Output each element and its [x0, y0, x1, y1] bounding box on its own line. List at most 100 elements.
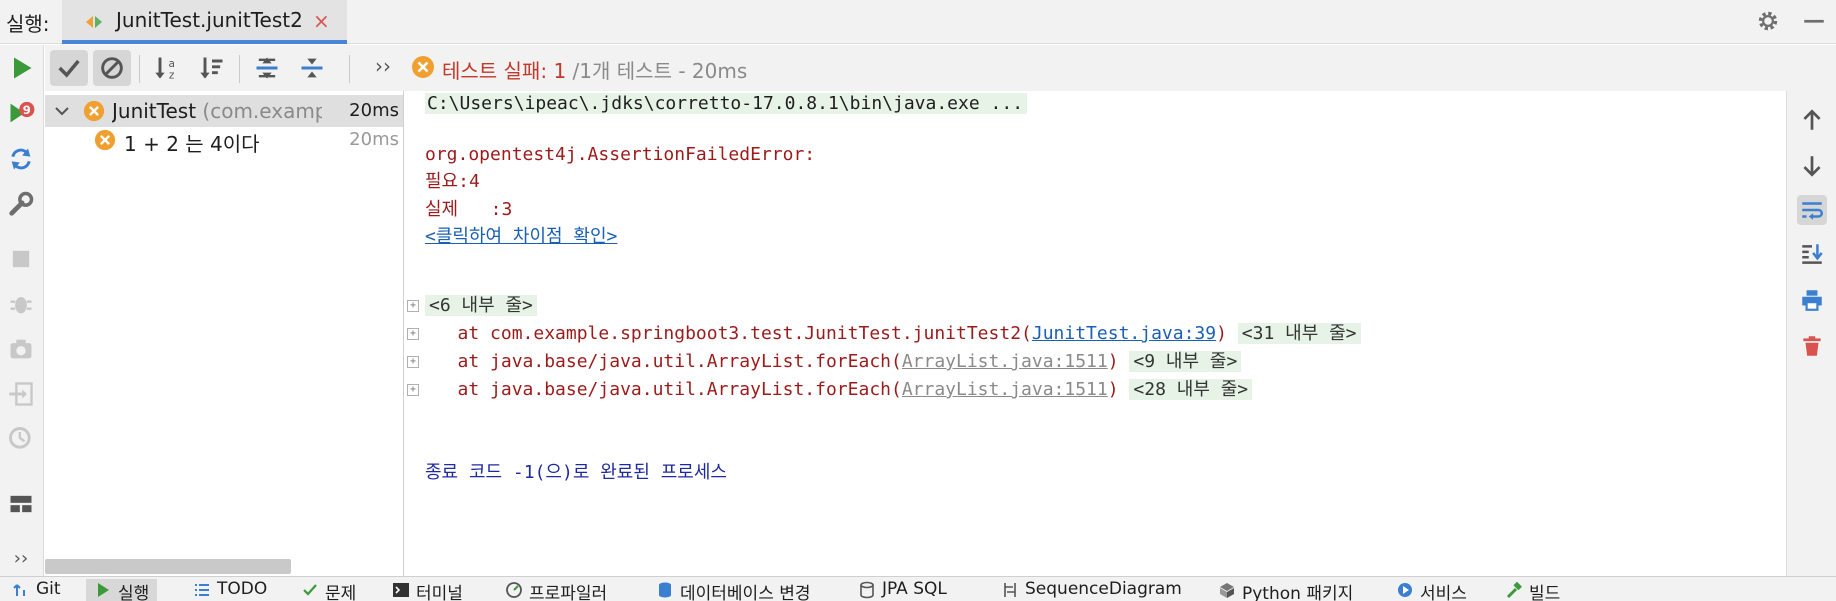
tool-window-label: JPA SQL [882, 579, 947, 599]
source-link[interactable]: JunitTest.java:39 [1032, 323, 1216, 344]
jpa-icon [860, 581, 874, 599]
gear-icon[interactable] [1755, 8, 1781, 34]
test-tree-toolbar: az ›› 테스트 실패: 1 /1개 테스트 - 20ms [45, 45, 1836, 91]
folded-internal-lines[interactable]: <6 내부 줄> [425, 295, 537, 316]
stack-frame-text: at java.base/java.util.ArrayList.forEach… [425, 351, 902, 372]
test-status-summary: 테스트 실패: 1 /1개 테스트 - 20ms [442, 55, 747, 84]
tool-window-jpa-sql[interactable]: JPA SQL [850, 579, 955, 601]
tool-window-run[interactable]: 실행 [86, 579, 158, 601]
stack-frame-suffix: ) [1216, 323, 1227, 344]
tool-window-bar: Git 실행 TODO 문제 터미널 프로파일러 데이터베이스 변경 JPA S… [0, 576, 1836, 601]
run-icon [98, 583, 109, 597]
arrow-down-icon[interactable] [1797, 151, 1827, 181]
debug-icon[interactable] [6, 289, 36, 319]
tree-node-package: (com.example.s [202, 99, 322, 123]
expand-all-button[interactable] [248, 50, 286, 86]
tab-title: JunitTest.junitTest2 [116, 8, 303, 32]
junit-config-icon [86, 16, 102, 28]
source-link[interactable]: ArrayList.java:1511 [902, 379, 1108, 400]
expand-fold-icon[interactable]: + [407, 300, 419, 312]
svg-text:9: 9 [23, 103, 31, 117]
tool-window-label: 프로파일러 [529, 584, 608, 601]
console-error-class: org.opentest4j.AssertionFailedError: [425, 144, 816, 165]
toggle-auto-test-icon[interactable] [6, 144, 36, 174]
tool-window-terminal[interactable]: 터미널 [384, 579, 471, 601]
problems-icon [303, 584, 317, 596]
sort-alpha-icon: az [155, 57, 175, 82]
tree-node-test-name: 1 + 2 는 4이다 [124, 132, 260, 156]
tool-window-todo[interactable]: TODO [185, 579, 275, 601]
tool-window-database-changes[interactable]: 데이터베이스 변경 [648, 579, 819, 601]
tree-node-test-case[interactable]: 1 + 2 는 4이다 20ms [45, 124, 403, 156]
test-results-tree: JunitTest (com.example.s 20ms 1 + 2 는 4이… [45, 91, 404, 576]
expand-fold-icon[interactable]: + [407, 328, 419, 340]
todo-icon [195, 584, 209, 596]
test-status-count-duration: /1개 테스트 - 20ms [566, 59, 748, 83]
tool-window-label: Python 패키지 [1242, 584, 1354, 601]
test-status-failed: 테스트 실패: 1 [442, 59, 567, 83]
svg-text:z: z [169, 70, 175, 82]
run-label: 실행: [6, 12, 50, 36]
print-icon[interactable] [1797, 285, 1827, 315]
tool-window-sequence-diagram[interactable]: SequenceDiagram [993, 579, 1190, 601]
chevron-down-icon[interactable] [53, 100, 71, 122]
show-diff-link[interactable]: <클릭하여 차이점 확인> [425, 226, 617, 247]
tool-window-label: 서비스 [1420, 584, 1467, 601]
test-failed-icon [83, 100, 105, 122]
tool-window-git[interactable]: Git [4, 579, 69, 601]
tree-node-junittest[interactable]: JunitTest (com.example.s 20ms [45, 95, 403, 127]
import-tests-icon[interactable] [6, 379, 36, 409]
tool-window-profiler[interactable]: 프로파일러 [497, 579, 615, 601]
tab-junittest-junittest2[interactable]: JunitTest.junitTest2 × [62, 0, 347, 44]
folded-internal-lines[interactable]: <9 내부 줄> [1129, 351, 1242, 372]
stack-frame-text: at com.example.springboot3.test.JunitTes… [425, 323, 1032, 344]
stack-frame-suffix: ) [1107, 379, 1119, 400]
show-ignored-toggle[interactable] [93, 50, 131, 86]
tree-node-label: JunitTest (com.example.s [112, 99, 322, 123]
trash-icon[interactable] [1797, 331, 1827, 361]
more-toolbar-actions[interactable]: ›› [375, 54, 391, 78]
soft-wrap-icon[interactable] [1797, 195, 1827, 225]
expand-fold-icon[interactable]: + [407, 356, 419, 368]
tool-window-problems[interactable]: 문제 [293, 579, 364, 601]
minimize-icon[interactable] [1801, 8, 1827, 34]
python-packages-icon [1220, 583, 1234, 598]
console-output[interactable]: C:\Users\ipeac\.jdks\corretto-17.0.8.1\b… [405, 91, 1785, 576]
tool-window-label: 데이터베이스 변경 [680, 584, 811, 601]
show-passed-toggle[interactable] [50, 50, 88, 86]
console-right-toolbar [1786, 91, 1836, 576]
sort-alphabetically-button[interactable]: az [148, 50, 186, 86]
stack-frame: at java.base/java.util.ArrayList.forEach… [425, 377, 1253, 403]
tool-window-python-packages[interactable]: Python 패키지 [1210, 579, 1361, 601]
collapse-all-button[interactable] [293, 50, 331, 86]
svg-text:a: a [168, 58, 174, 70]
arrow-up-icon[interactable] [1797, 105, 1827, 135]
tool-window-build[interactable]: 빌드 [1497, 579, 1568, 601]
rerun-icon[interactable] [6, 53, 36, 83]
stack-frame: at java.base/java.util.ArrayList.forEach… [425, 349, 1242, 375]
sort-duration-icon [200, 57, 223, 79]
close-icon[interactable]: × [313, 11, 330, 31]
stop-icon[interactable] [6, 244, 36, 274]
horizontal-scrollbar[interactable] [45, 559, 291, 574]
tool-window-label: 터미널 [416, 584, 463, 601]
run-left-toolbar: 9 ›› [0, 45, 44, 576]
console-actual-value: 실제 :3 [425, 199, 513, 220]
folded-internal-lines[interactable]: <28 내부 줄> [1129, 379, 1253, 400]
expand-fold-icon[interactable]: + [407, 384, 419, 396]
test-history-icon[interactable] [6, 424, 36, 454]
rerun-failed-tests-icon[interactable]: 9 [6, 98, 36, 128]
source-link[interactable]: ArrayList.java:1511 [902, 351, 1108, 372]
camera-icon[interactable] [6, 334, 36, 364]
test-failed-icon [94, 129, 116, 151]
scroll-to-end-icon[interactable] [1797, 239, 1827, 269]
layout-icon[interactable] [6, 489, 36, 519]
sort-by-duration-button[interactable] [193, 50, 231, 86]
stack-frame: at com.example.springboot3.test.JunitTes… [425, 321, 1361, 347]
collapse-all-icon [301, 58, 323, 78]
tool-window-services[interactable]: 서비스 [1388, 579, 1475, 601]
profiler-icon [506, 582, 522, 598]
more-actions-chevrons[interactable]: ›› [6, 543, 36, 573]
folded-internal-lines[interactable]: <31 내부 줄> [1237, 323, 1361, 344]
wrench-icon[interactable] [6, 189, 36, 219]
